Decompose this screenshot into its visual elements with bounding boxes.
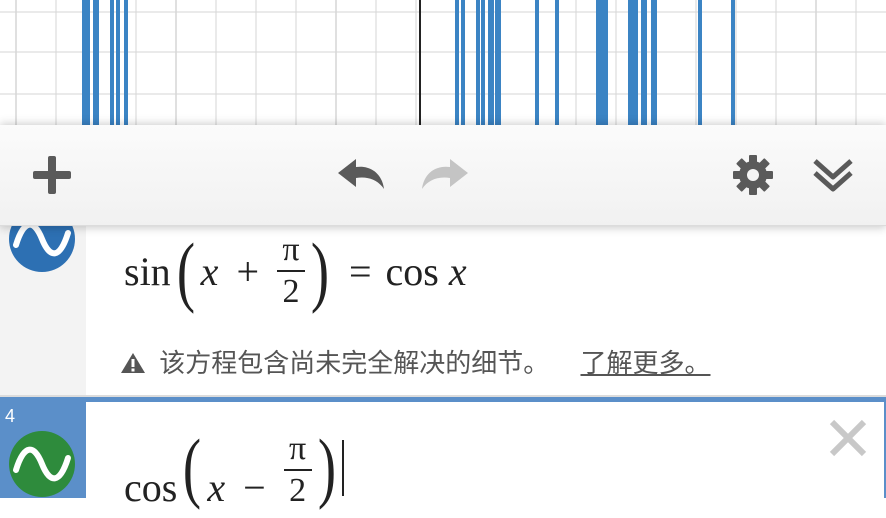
double-chevron-down-icon bbox=[813, 159, 853, 192]
fraction-numerator: π bbox=[282, 231, 300, 268]
solution-line bbox=[481, 0, 485, 125]
fraction-numerator: π bbox=[289, 430, 307, 467]
variable-x: x bbox=[200, 248, 219, 294]
expression-row-selected[interactable]: 4 cos ( x − π 2 ) bbox=[0, 397, 886, 510]
expression-index: 4 bbox=[5, 406, 16, 426]
operator-minus: − bbox=[243, 465, 266, 510]
fraction-denominator: 2 bbox=[289, 472, 307, 509]
undo-arrow-icon bbox=[338, 159, 384, 189]
solution-line bbox=[602, 0, 608, 125]
math-expression: cos ( x − π 2 ) bbox=[124, 428, 344, 518]
undo-button[interactable] bbox=[330, 150, 394, 200]
function-sin: sin bbox=[124, 248, 171, 294]
expression-input[interactable]: sin ( x + π 2 ) = cos x 该方程包含尚未完全解决的细节。 … bbox=[86, 225, 886, 395]
expression-gutter-selected: 4 bbox=[0, 400, 86, 498]
warning-message: 该方程包含尚未完全解决的细节。 了解更多。 bbox=[120, 343, 711, 380]
expression-input-active[interactable]: cos ( x − π 2 ) bbox=[86, 400, 886, 510]
solution-line bbox=[535, 0, 539, 125]
solution-line bbox=[476, 0, 480, 125]
solution-line bbox=[488, 0, 494, 125]
expression-toolbar bbox=[0, 125, 886, 226]
gear-icon bbox=[733, 155, 773, 195]
right-paren: ) bbox=[310, 227, 330, 314]
solution-line bbox=[651, 0, 657, 125]
function-cos: cos bbox=[124, 465, 178, 510]
plotted-lines bbox=[82, 0, 735, 125]
graph-visibility-icon[interactable] bbox=[8, 430, 76, 498]
plus-icon bbox=[33, 156, 71, 194]
solution-line bbox=[628, 0, 634, 125]
fraction: π 2 bbox=[283, 430, 312, 509]
left-paren: ( bbox=[183, 423, 202, 510]
equals-sign: = bbox=[348, 248, 372, 294]
math-expression: sin ( x + π 2 ) = cos x bbox=[124, 231, 467, 311]
redo-button[interactable] bbox=[412, 150, 476, 200]
expression-gutter bbox=[0, 206, 86, 395]
expression-row[interactable]: sin ( x + π 2 ) = cos x 该方程包含尚未完全解决的细节。 … bbox=[0, 206, 886, 397]
solution-line bbox=[731, 0, 735, 125]
fraction: π 2 bbox=[277, 233, 305, 309]
operator-plus: + bbox=[236, 248, 259, 294]
solution-line bbox=[698, 0, 702, 125]
solution-line bbox=[461, 0, 465, 125]
graph-canvas[interactable] bbox=[0, 0, 886, 125]
close-icon bbox=[829, 419, 867, 457]
solution-line bbox=[596, 0, 602, 125]
variable-x: x bbox=[207, 465, 226, 510]
warning-triangle-icon bbox=[121, 353, 145, 373]
solution-line bbox=[495, 0, 501, 125]
solution-line bbox=[641, 0, 647, 125]
left-paren: ( bbox=[176, 227, 195, 314]
right-paren: ) bbox=[317, 423, 336, 510]
graph-plot bbox=[0, 0, 886, 125]
grid-lines bbox=[0, 0, 886, 125]
fraction-bar bbox=[283, 469, 312, 471]
solution-line bbox=[455, 0, 459, 125]
solution-line bbox=[110, 0, 114, 125]
variable-x-rhs: x bbox=[448, 248, 467, 294]
solution-line bbox=[93, 0, 99, 125]
solution-line bbox=[555, 0, 559, 125]
warning-text: 该方程包含尚未完全解决的细节。 bbox=[159, 348, 550, 378]
redo-arrow-icon bbox=[422, 159, 468, 189]
learn-more-link[interactable]: 了解更多。 bbox=[580, 348, 710, 378]
expression-list: sin ( x + π 2 ) = cos x 该方程包含尚未完全解决的细节。 … bbox=[0, 206, 886, 510]
delete-expression-button[interactable] bbox=[826, 416, 870, 460]
settings-button[interactable] bbox=[724, 150, 782, 200]
solution-line bbox=[116, 0, 120, 125]
text-cursor bbox=[341, 440, 344, 496]
solution-line bbox=[634, 0, 638, 125]
function-cos: cos bbox=[385, 248, 439, 294]
fraction-bar bbox=[277, 270, 305, 272]
collapse-list-button[interactable] bbox=[804, 150, 862, 200]
solution-line bbox=[82, 0, 90, 125]
solution-line bbox=[124, 0, 128, 125]
add-expression-button[interactable] bbox=[22, 150, 82, 200]
fraction-denominator: 2 bbox=[282, 273, 300, 310]
